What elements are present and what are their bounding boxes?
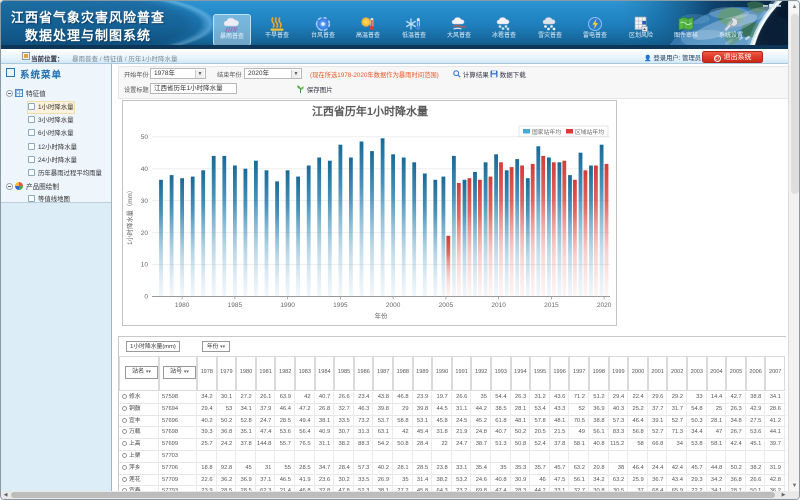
svg-text:0: 0 <box>144 294 148 301</box>
svg-text:1985: 1985 <box>228 302 243 309</box>
svg-text:2005: 2005 <box>439 302 454 309</box>
svg-text:年份: 年份 <box>375 311 389 320</box>
svg-text:10: 10 <box>141 262 149 269</box>
svg-text:30: 30 <box>141 198 149 205</box>
svg-text:2020: 2020 <box>597 302 612 309</box>
svg-text:1995: 1995 <box>333 302 348 309</box>
svg-text:40: 40 <box>141 166 149 173</box>
svg-text:国家站年均: 国家站年均 <box>532 128 561 136</box>
svg-text:1980: 1980 <box>175 302 190 309</box>
svg-text:区域站年均: 区域站年均 <box>575 128 604 136</box>
svg-text:1小时降水量（mm）: 1小时降水量（mm） <box>125 187 134 245</box>
svg-text:20: 20 <box>141 230 149 237</box>
svg-text:2000: 2000 <box>386 302 401 309</box>
svg-text:2010: 2010 <box>491 302 506 309</box>
svg-text:1990: 1990 <box>280 302 295 309</box>
svg-text:50: 50 <box>141 134 149 141</box>
svg-text:2015: 2015 <box>544 302 559 309</box>
svg-text:江西省历年1小时降水量: 江西省历年1小时降水量 <box>312 104 428 118</box>
